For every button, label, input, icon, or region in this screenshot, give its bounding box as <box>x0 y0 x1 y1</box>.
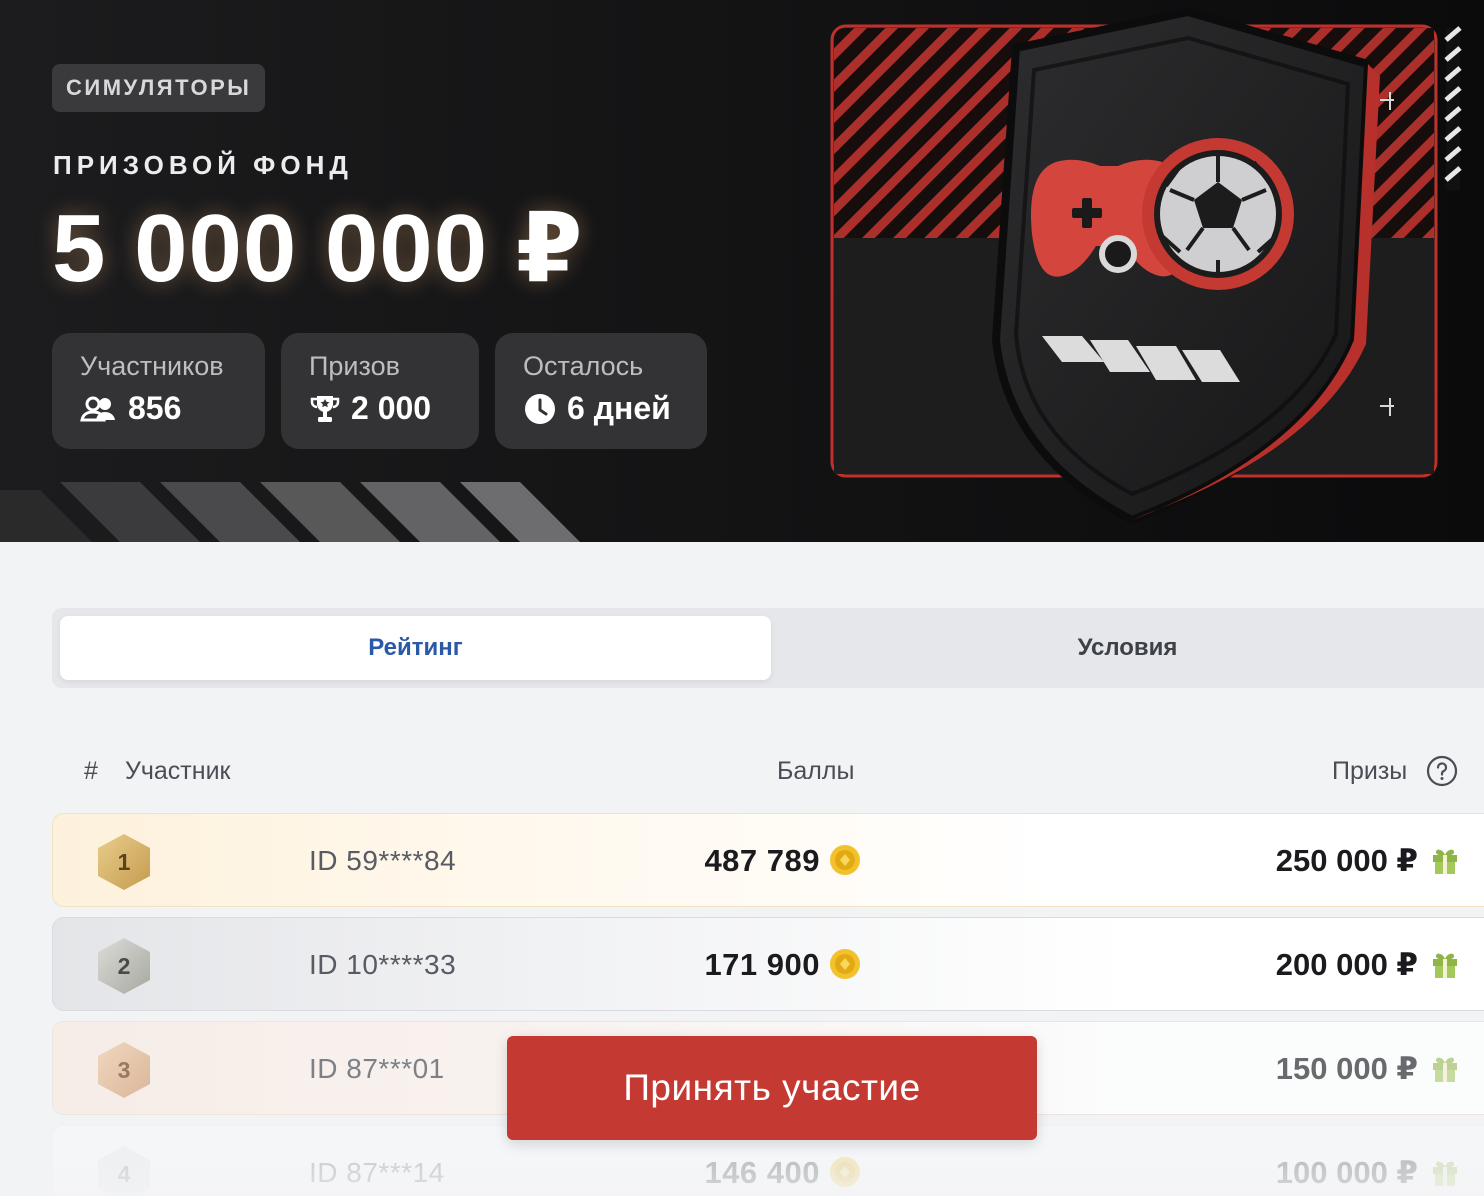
table-row[interactable]: 1 ID 59****84 487 789 250 000 ₽ <box>52 813 1484 907</box>
stat-label: Участников <box>80 351 224 381</box>
participant-id: ID 10****33 <box>309 949 457 980</box>
column-prizes: Призы <box>1332 757 1408 785</box>
category-tag: СИМУЛЯТОРЫ <box>52 64 266 112</box>
tab-conditions[interactable]: Условия <box>772 616 1483 680</box>
column-rank: # <box>84 757 98 785</box>
shield-gamepad-ball-icon <box>830 7 1462 525</box>
prize-fund-label: ПРИЗОВОЙ ФОНД <box>53 150 353 180</box>
stat-label: Призов <box>309 351 400 381</box>
prize-value: 150 000 ₽ <box>1275 1051 1418 1086</box>
participant-id: ID 87***01 <box>309 1053 445 1084</box>
gift-icon <box>1433 849 1457 874</box>
hero-banner: СИМУЛЯТОРЫ ПРИЗОВОЙ ФОНД 5 000 000 ₽ Уча… <box>0 0 1484 542</box>
stat-label: Осталось <box>523 351 644 381</box>
column-points: Баллы <box>777 757 855 785</box>
coin-icon <box>830 845 860 875</box>
participant-id: ID 87***14 <box>309 1157 445 1188</box>
points-value: 487 789 <box>704 843 820 878</box>
coin-icon <box>830 949 860 979</box>
prize-value: 250 000 ₽ <box>1275 843 1418 878</box>
trophy-icon <box>310 395 340 422</box>
rank-number: 4 <box>117 1160 131 1187</box>
prize-value: 200 000 ₽ <box>1275 947 1418 982</box>
users-icon <box>80 396 115 421</box>
stat-participants: Участников 856 <box>52 333 265 449</box>
tab-rating[interactable]: Рейтинг <box>60 616 771 680</box>
coin-icon <box>830 1157 860 1187</box>
gift-icon <box>1433 1057 1457 1082</box>
stat-prizes: Призов 2 000 <box>281 333 479 449</box>
rank-number: 1 <box>117 848 131 875</box>
participant-id: ID 59****84 <box>309 845 457 876</box>
decorative-stripes <box>0 482 580 542</box>
stat-value: 2 000 <box>351 390 432 426</box>
column-participant: Участник <box>125 757 231 785</box>
prize-value: 100 000 ₽ <box>1275 1155 1418 1190</box>
stat-remaining: Осталось 6 дней <box>495 333 707 449</box>
tab-bar: Рейтинг Условия <box>52 608 1484 688</box>
table-row[interactable]: 2 ID 10****33 171 900 200 000 ₽ <box>52 917 1484 1011</box>
stat-value: 856 <box>128 390 182 426</box>
gift-icon <box>1433 953 1457 978</box>
rank-number: 2 <box>117 952 131 979</box>
gift-icon <box>1433 1161 1457 1186</box>
stat-value: 6 дней <box>567 390 671 426</box>
help-icon[interactable] <box>1426 755 1458 787</box>
clock-icon <box>525 393 555 424</box>
points-value: 171 900 <box>704 947 820 982</box>
participate-button[interactable]: Принять участие <box>507 1036 1037 1140</box>
rank-number: 3 <box>117 1056 131 1083</box>
prize-fund-amount: 5 000 000 ₽ <box>52 195 584 302</box>
